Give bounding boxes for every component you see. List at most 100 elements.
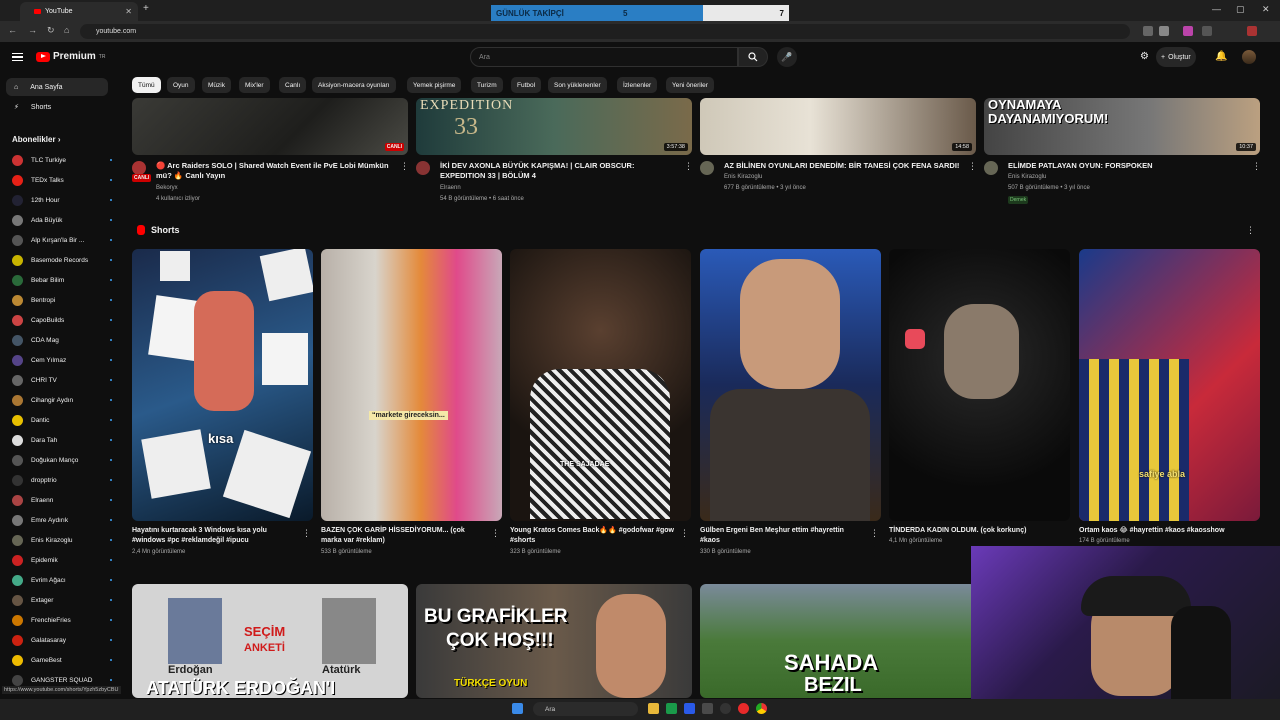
more-options-icon[interactable]: ⋮: [870, 528, 879, 539]
sidebar-subscription-item[interactable]: CDA Mag: [12, 330, 112, 350]
extensions-puzzle-icon[interactable]: [1202, 26, 1212, 36]
channel-name[interactable]: Bekoryx: [156, 183, 178, 194]
file-explorer-icon[interactable]: [648, 703, 659, 714]
hamburger-menu-icon[interactable]: [12, 53, 23, 61]
subscriptions-heading[interactable]: Abonelikler ›: [12, 135, 60, 144]
short-title[interactable]: Ortam kaos 😂 #hayrettin #kaos #kaosshow: [1079, 526, 1259, 536]
obs-icon[interactable]: [720, 703, 731, 714]
short-thumbnail[interactable]: kısa: [132, 249, 313, 521]
extension-icon[interactable]: [1183, 26, 1193, 36]
short-title[interactable]: TİNDERDA KADIN OLDUM. (çok korkunç): [889, 526, 1054, 536]
filter-chip[interactable]: Mix'ler: [239, 77, 270, 93]
profile-icon[interactable]: [1247, 26, 1257, 36]
notifications-bell-icon[interactable]: 🔔: [1215, 51, 1227, 62]
sidebar-item-shorts[interactable]: ⚡ Shorts: [6, 98, 108, 116]
short-title[interactable]: BAZEN ÇOK GARİP HİSSEDİYORUM... (çok mar…: [321, 526, 486, 546]
back-icon[interactable]: ←: [8, 25, 17, 35]
channel-avatar[interactable]: [132, 161, 146, 175]
sidebar-subscription-item[interactable]: Cihangir Aydın: [12, 390, 112, 410]
sidebar-subscription-item[interactable]: Extager: [12, 590, 112, 610]
word-icon[interactable]: [684, 703, 695, 714]
video-thumbnail[interactable]: EXPEDITION 33 3:57:38: [416, 98, 692, 155]
chrome-icon[interactable]: [756, 703, 767, 714]
filter-chip[interactable]: Canlı: [279, 77, 307, 93]
video-title[interactable]: 🔴 Arc Raiders SOLO | Shared Watch Event …: [156, 161, 396, 181]
microphone-icon[interactable]: 🎤: [777, 47, 797, 67]
sidebar-subscription-item[interactable]: Ada Büyük: [12, 210, 112, 230]
sidebar-subscription-item[interactable]: Alp Kırşan'la Bir ...: [12, 230, 112, 250]
short-title[interactable]: Hayatını kurtaracak 3 Windows kısa yolu …: [132, 526, 297, 546]
more-options-icon[interactable]: ⋮: [400, 161, 409, 172]
sidebar-subscription-item[interactable]: Elraenn: [12, 490, 112, 510]
more-options-icon[interactable]: ⋮: [302, 528, 311, 539]
extension-icon[interactable]: [1143, 26, 1153, 36]
sidebar-subscription-item[interactable]: Emre Aydırık: [12, 510, 112, 530]
short-title[interactable]: Young Kratos Comes Back🔥🔥 #godofwar #gow…: [510, 526, 675, 546]
sidebar-subscription-item[interactable]: 12th Hour: [12, 190, 112, 210]
channel-avatar[interactable]: [984, 161, 998, 175]
cast-icon[interactable]: ⚙: [1140, 51, 1149, 62]
browser-tab[interactable]: YouTube ✕: [20, 2, 138, 21]
filter-chip[interactable]: Tümü: [132, 77, 161, 93]
reload-icon[interactable]: ↻: [47, 25, 55, 36]
sidebar-subscription-item[interactable]: FrenchieFries: [12, 610, 112, 630]
video-title[interactable]: ELİMDE PATLAYAN OYUN: FORSPOKEN: [1008, 161, 1248, 171]
sidebar-subscription-item[interactable]: dropptrio: [12, 470, 112, 490]
short-thumbnail[interactable]: “markete gireceksin...: [321, 249, 502, 521]
sidebar-subscription-item[interactable]: CHRI TV: [12, 370, 112, 390]
video-thumbnail[interactable]: BU GRAFİKLER ÇOK HOŞ!!! TÜRKÇE OYUN: [416, 584, 692, 698]
maximize-icon[interactable]: ▢: [1236, 4, 1245, 15]
youtube-logo[interactable]: Premium TR: [36, 51, 105, 62]
sidebar-subscription-item[interactable]: Bebar Bilim: [12, 270, 112, 290]
short-thumbnail[interactable]: [889, 249, 1070, 521]
sidebar-subscription-item[interactable]: Dara Tah: [12, 430, 112, 450]
sidebar-item-home[interactable]: ⌂ Ana Sayfa: [6, 78, 108, 96]
channel-avatar[interactable]: [700, 161, 714, 175]
filter-chip[interactable]: Aksiyon-macera oyunları: [312, 77, 396, 93]
taskbar-search-input[interactable]: Ara: [533, 702, 638, 716]
short-thumbnail[interactable]: safiye abla: [1079, 249, 1260, 521]
windows-start-icon[interactable]: [512, 703, 523, 714]
video-thumbnail[interactable]: SAHADA BEZIL: [700, 584, 976, 698]
close-tab-icon[interactable]: ✕: [125, 7, 132, 16]
filter-chip[interactable]: Yemek pişirme: [407, 77, 462, 93]
more-options-icon[interactable]: ⋮: [968, 161, 977, 172]
video-thumbnail[interactable]: 14:58: [700, 98, 976, 155]
shorts-more-icon[interactable]: ⋮: [1246, 225, 1255, 236]
sidebar-subscription-item[interactable]: Cem Yılmaz: [12, 350, 112, 370]
sidebar-subscription-item[interactable]: GameBest: [12, 650, 112, 670]
short-title[interactable]: Gülben Ergeni Ben Meşhur ettim #hayretti…: [700, 526, 865, 546]
sidebar-subscription-item[interactable]: Doğukan Mançо: [12, 450, 112, 470]
excel-icon[interactable]: [666, 703, 677, 714]
address-bar[interactable]: youtube.com: [80, 24, 1130, 39]
home-icon[interactable]: ⌂: [64, 25, 69, 35]
sidebar-subscription-item[interactable]: Galatasaray: [12, 630, 112, 650]
more-options-icon[interactable]: ⋮: [680, 528, 689, 539]
video-thumbnail[interactable]: SEÇİM ANKETİ Erdoğan Atatürk ATATÜRK ERD…: [132, 584, 408, 698]
filter-chip[interactable]: Futbol: [511, 77, 542, 93]
sidebar-subscription-item[interactable]: Epidemik: [12, 550, 112, 570]
video-thumbnail[interactable]: CANLI: [132, 98, 408, 155]
channel-name[interactable]: Elraenn: [440, 183, 461, 194]
video-title[interactable]: AZ BİLİNEN OYUNLARI DENEDİM: BİR TANESİ …: [724, 161, 964, 171]
filter-chip[interactable]: Oyun: [167, 77, 195, 93]
video-thumbnail[interactable]: OYNAMAYA DAYANAMIYORUM! 10:37: [984, 98, 1260, 155]
account-avatar[interactable]: [1242, 50, 1256, 64]
filter-chip[interactable]: Son yüklenenler: [548, 77, 607, 93]
bookmark-star-icon[interactable]: [1159, 26, 1169, 36]
more-options-icon[interactable]: ⋮: [684, 161, 693, 172]
filter-chip[interactable]: Turizm: [471, 77, 503, 93]
sidebar-subscription-item[interactable]: Bentropi: [12, 290, 112, 310]
sidebar-subscription-item[interactable]: Enis Kirazoglu: [12, 530, 112, 550]
more-options-icon[interactable]: ⋮: [491, 528, 500, 539]
search-button[interactable]: [738, 47, 768, 67]
video-title[interactable]: İKİ DEV AXONLA BÜYÜK KAPIŞMA! | CLAIR OB…: [440, 161, 680, 181]
sidebar-subscription-item[interactable]: Evrim Ağacı: [12, 570, 112, 590]
channel-avatar[interactable]: [416, 161, 430, 175]
sidebar-subscription-item[interactable]: CapoBuilds: [12, 310, 112, 330]
sidebar-subscription-item[interactable]: TEDx Talks: [12, 170, 112, 190]
forward-icon[interactable]: →: [28, 25, 37, 35]
short-thumbnail[interactable]: [700, 249, 881, 521]
short-thumbnail[interactable]: THE SAJADAE: [510, 249, 691, 521]
window-close-icon[interactable]: ✕: [1262, 4, 1270, 15]
